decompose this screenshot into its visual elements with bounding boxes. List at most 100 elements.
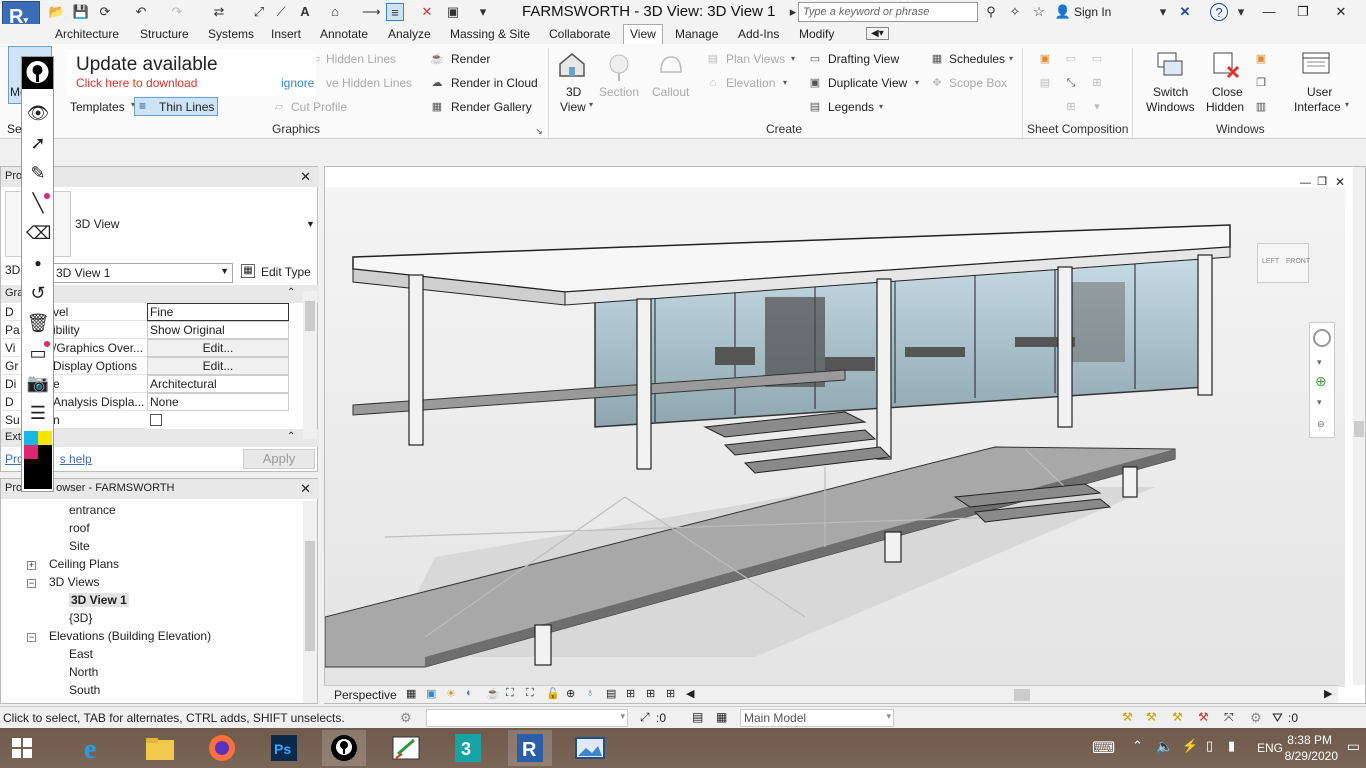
schedules-button[interactable]: Schedules bbox=[949, 52, 1005, 66]
tab-insert[interactable]: Insert bbox=[271, 27, 301, 41]
nav-bar-options-icon[interactable]: ⊖ bbox=[1317, 419, 1325, 430]
show-crop-icon[interactable]: ⛶ bbox=[526, 687, 534, 700]
tab-architecture[interactable]: Architecture bbox=[55, 27, 119, 41]
pencil-icon[interactable]: ✎ bbox=[26, 161, 50, 185]
exchange-apps-icon[interactable]: ✕ bbox=[1176, 3, 1194, 21]
elevation-dropdown-icon[interactable]: ▾ bbox=[778, 76, 792, 90]
callout-icon[interactable] bbox=[656, 52, 686, 82]
dimension-icon[interactable]: ⟋ bbox=[272, 3, 290, 21]
duplicate-view-button[interactable]: Duplicate View bbox=[828, 76, 907, 90]
sign-in-dropdown-icon[interactable]: ▾ bbox=[1154, 3, 1172, 21]
black-swatch[interactable] bbox=[38, 445, 52, 459]
tab-annotate[interactable]: Annotate bbox=[320, 27, 368, 41]
pointer-icon[interactable]: ➚ bbox=[26, 131, 50, 155]
design-options-icon[interactable]: ▦ bbox=[716, 710, 727, 724]
taskbar-3ds-max[interactable]: 3 bbox=[446, 730, 490, 766]
plan-views-icon[interactable]: ▤ bbox=[706, 52, 720, 66]
section-icon[interactable]: ⟶ bbox=[362, 3, 381, 21]
render-button[interactable]: Render bbox=[451, 52, 490, 66]
temp-hide-icon[interactable]: ⊕ bbox=[566, 687, 575, 700]
reveal-constraints-icon[interactable]: ⊞ bbox=[626, 687, 635, 700]
graphics-dialog-launcher-icon[interactable]: ↘ bbox=[532, 124, 546, 138]
visual-style-icon[interactable]: ▣ bbox=[426, 687, 436, 700]
save-icon[interactable]: 💾 bbox=[72, 3, 90, 21]
notes-icon[interactable]: ☰ bbox=[26, 401, 50, 425]
user-interface-dropdown-icon[interactable]: ▾ bbox=[1340, 98, 1354, 112]
default-3d-icon[interactable]: ⌂ bbox=[326, 3, 344, 21]
battery-icon[interactable]: ▯ bbox=[1206, 738, 1213, 754]
volume-icon[interactable]: 🔈 bbox=[1156, 738, 1173, 755]
tile-icon[interactable]: ▥ bbox=[1254, 100, 1268, 114]
legends-dropdown-icon[interactable]: ▾ bbox=[874, 100, 888, 114]
sun-path-icon[interactable]: ☀ bbox=[446, 687, 456, 700]
switch-windows-icon[interactable]: ▣ bbox=[444, 3, 462, 21]
render-gallery-icon[interactable]: ▦ bbox=[430, 100, 444, 114]
magenta-swatch[interactable] bbox=[24, 445, 38, 459]
select-pinned-icon[interactable]: ⚒ bbox=[1172, 710, 1183, 724]
communication-icon[interactable]: ✧ bbox=[1006, 3, 1024, 21]
section-icon[interactable] bbox=[604, 52, 634, 82]
scrollbar-thumb[interactable] bbox=[1354, 421, 1364, 437]
close-hidden-icon[interactable] bbox=[1211, 50, 1241, 80]
ribbon-options-icon[interactable]: ◀▾ bbox=[866, 27, 889, 40]
binoculars-icon[interactable]: ⚲ bbox=[982, 3, 1000, 21]
tree-item[interactable]: North bbox=[69, 665, 98, 679]
legends-button[interactable]: Legends bbox=[828, 100, 874, 114]
tree-item[interactable]: {3D} bbox=[69, 611, 92, 625]
collapse-group-icon[interactable]: ⌃ bbox=[287, 431, 295, 442]
scrollbar-thumb[interactable] bbox=[305, 541, 315, 651]
taskbar-revit[interactable]: R bbox=[508, 730, 552, 766]
tab-analyze[interactable]: Analyze bbox=[388, 27, 431, 41]
customize-toolbar-icon[interactable]: ▾ bbox=[474, 3, 492, 21]
sign-in-button[interactable]: Sign In bbox=[1074, 5, 1111, 19]
cut-profile-button[interactable]: Cut Profile bbox=[291, 100, 347, 114]
restore-icon[interactable]: ❐ bbox=[1288, 2, 1318, 22]
tab-add-ins[interactable]: Add-Ins bbox=[738, 27, 779, 41]
help-dropdown-icon[interactable]: ▾ bbox=[1232, 3, 1250, 21]
favorites-star-icon[interactable]: ☆ bbox=[1030, 3, 1048, 21]
scope-box-button[interactable]: Scope Box bbox=[949, 76, 1007, 90]
steering-wheel-icon[interactable] bbox=[1313, 329, 1331, 347]
select-underlay-icon[interactable]: ⚒ bbox=[1146, 710, 1157, 724]
edit-type-button[interactable]: ▦ Edit Type bbox=[239, 263, 315, 283]
tree-item[interactable]: Site bbox=[69, 539, 90, 553]
h-scrollbar-thumb[interactable] bbox=[1014, 689, 1030, 701]
elevation-button[interactable]: Elevation bbox=[726, 76, 775, 90]
search-input[interactable]: Type a keyword or phrase bbox=[798, 2, 978, 22]
instance-filter-select[interactable]: 3D View 1 ▼ bbox=[53, 263, 233, 283]
user-icon[interactable]: 👤 bbox=[1054, 3, 1072, 21]
close-icon[interactable]: ✕ bbox=[1326, 2, 1356, 22]
taskbar-internet-explorer[interactable]: e bbox=[74, 730, 118, 766]
sync-icon[interactable]: ⟳ bbox=[96, 3, 114, 21]
taskbar-firefox[interactable] bbox=[200, 730, 244, 766]
tab-modify[interactable]: Modify bbox=[799, 27, 834, 41]
sheet-icon[interactable]: ▣ bbox=[1038, 52, 1052, 66]
minimize-icon[interactable]: — bbox=[1254, 2, 1284, 22]
3d-viewport[interactable]: — ❐ ✕ LEFT FRONT ▾ ⊕ ▾ ⊖ bbox=[324, 166, 1366, 704]
camera-icon[interactable]: 📷 bbox=[26, 371, 50, 395]
clock-time[interactable]: 8:38 PM bbox=[1287, 733, 1332, 747]
duplicate-view-icon[interactable]: ▣ bbox=[808, 76, 822, 90]
properties-close-icon[interactable]: ✕ bbox=[300, 169, 311, 185]
steering-dropdown-icon[interactable]: ▾ bbox=[1317, 357, 1322, 368]
cut-profile-icon[interactable]: ▱ bbox=[272, 100, 286, 114]
text-icon[interactable]: A bbox=[296, 3, 314, 21]
shadows-icon[interactable]: ◐ bbox=[466, 687, 473, 699]
open-icon[interactable]: 📂 bbox=[48, 3, 66, 21]
crop-view-icon[interactable]: ⛶ bbox=[506, 687, 514, 700]
matchline-icon[interactable]: ⊞ bbox=[1090, 76, 1104, 90]
callout-button[interactable]: Callout bbox=[652, 85, 689, 99]
select-links-icon[interactable]: ⚒ bbox=[1122, 710, 1133, 724]
properties-scrollbar[interactable] bbox=[303, 291, 317, 439]
plan-views-button[interactable]: Plan Views bbox=[726, 52, 785, 66]
print-icon[interactable]: ⇄ bbox=[210, 3, 228, 21]
yellow-swatch[interactable] bbox=[38, 431, 52, 445]
language-indicator[interactable]: ENG bbox=[1257, 741, 1283, 755]
usb-icon[interactable]: ⚡ bbox=[1182, 738, 1198, 754]
clock-date[interactable]: 8/29/2020 bbox=[1285, 749, 1338, 763]
remove-hidden-lines-button[interactable]: ve Hidden Lines bbox=[326, 76, 412, 90]
update-available-notification[interactable]: Update available Click here to download … bbox=[66, 50, 316, 96]
drafting-view-icon[interactable]: ▭ bbox=[808, 52, 822, 66]
taskbar-file-explorer[interactable] bbox=[138, 730, 182, 766]
measure-icon[interactable]: ⤢ bbox=[250, 3, 268, 21]
